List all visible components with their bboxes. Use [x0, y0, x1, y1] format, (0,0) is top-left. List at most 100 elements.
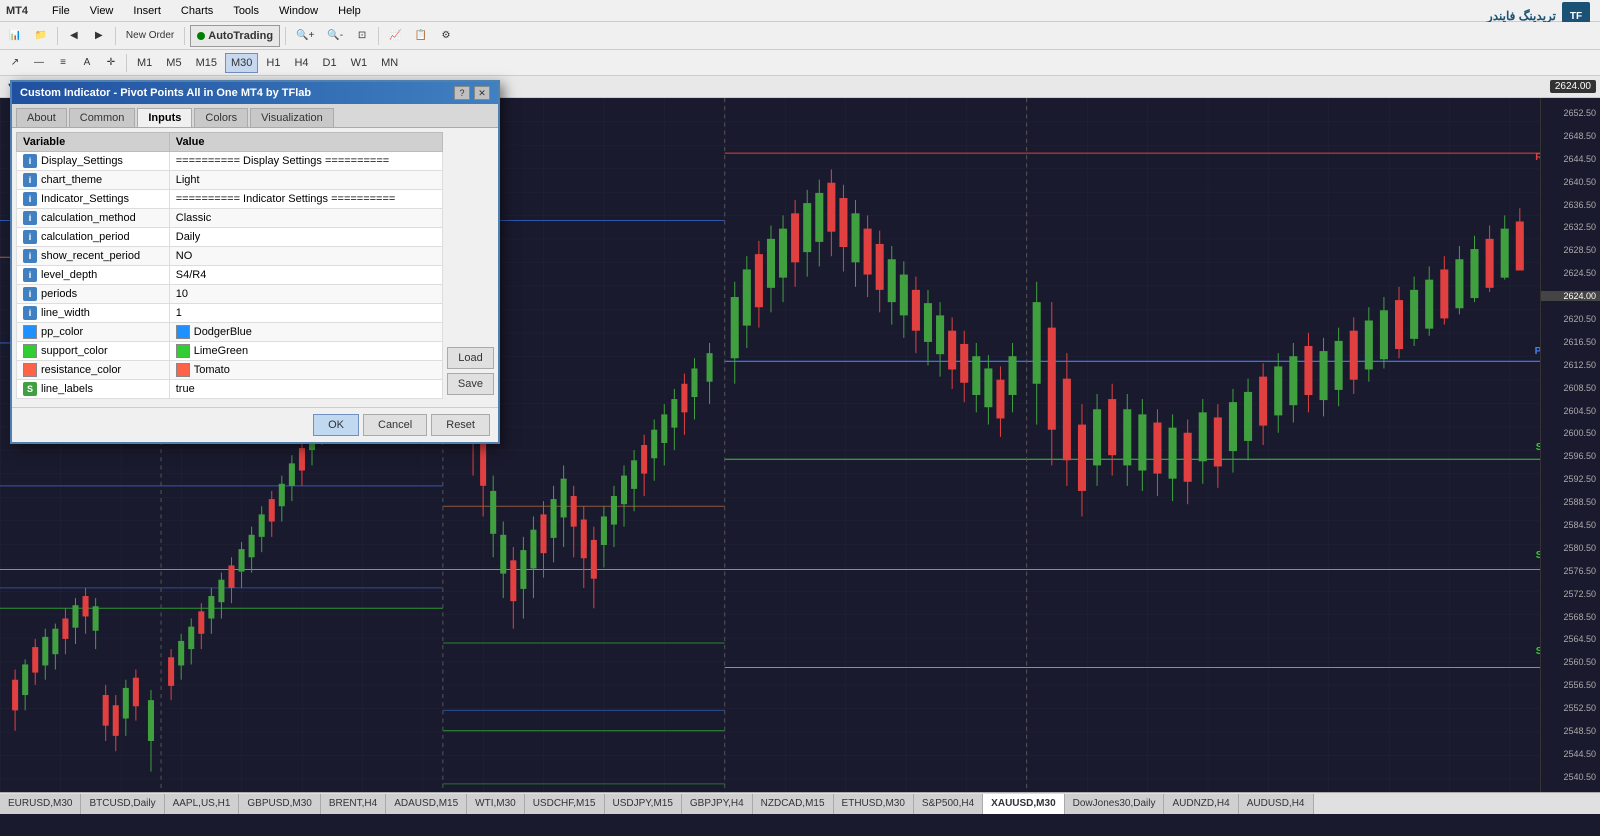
price-tick-5: 2636.50	[1541, 200, 1600, 210]
tab-eurusd[interactable]: EURUSD,M30	[0, 794, 81, 814]
tf-m30[interactable]: M30	[225, 53, 258, 73]
toolbar-back[interactable]: ◀	[63, 25, 85, 47]
tab-gbpjpy[interactable]: GBPJPY,H4	[682, 794, 753, 814]
ok-button[interactable]: OK	[313, 414, 359, 436]
table-row[interactable]: icalculation_methodClassic	[17, 209, 443, 228]
menu-window[interactable]: Window	[275, 5, 322, 17]
value-color-swatch	[176, 363, 190, 377]
menu-bar: MT4 File View Insert Charts Tools Window…	[0, 0, 1600, 22]
toolbar-fit[interactable]: ⊡	[351, 25, 373, 47]
dialog[interactable]: Custom Indicator - Pivot Points All in O…	[10, 80, 500, 444]
tab-brent[interactable]: BRENT,H4	[321, 794, 386, 814]
cancel-button[interactable]: Cancel	[363, 414, 427, 436]
param-value: LimeGreen	[169, 342, 442, 361]
dialog-content: Variable Value iDisplay_Settings========…	[12, 128, 498, 403]
tab-sp500[interactable]: S&P500,H4	[914, 794, 983, 814]
toolbar-new-chart[interactable]: 📊	[4, 25, 26, 47]
dialog-tab-about[interactable]: About	[16, 108, 67, 127]
menu-tools[interactable]: Tools	[229, 5, 263, 17]
toolbar-zoom-out[interactable]: 🔍-	[322, 25, 348, 47]
param-value: NO	[169, 247, 442, 266]
param-value: S4/R4	[169, 266, 442, 285]
tab-audnzd[interactable]: AUDNZD,H4	[1164, 794, 1238, 814]
price-tick-11: 2616.50	[1541, 337, 1600, 347]
tf-m1[interactable]: M1	[131, 53, 158, 73]
menu-file[interactable]: File	[48, 5, 74, 17]
save-button[interactable]: Save	[447, 373, 494, 395]
toolbar-autotrading[interactable]: AutoTrading	[190, 25, 280, 47]
table-row[interactable]: ishow_recent_periodNO	[17, 247, 443, 266]
price-tick-7: 2628.50	[1541, 245, 1600, 255]
toolbar-zoom-in[interactable]: 🔍+	[291, 25, 319, 47]
table-row[interactable]: Sline_labelstrue	[17, 380, 443, 399]
price-tick-19: 2584.50	[1541, 520, 1600, 530]
tf-d1[interactable]: D1	[317, 53, 343, 73]
dialog-tab-visualization[interactable]: Visualization	[250, 108, 334, 127]
dialog-close-btn[interactable]: ✕	[474, 86, 490, 100]
dialog-tab-colors[interactable]: Colors	[194, 108, 248, 127]
price-tick-22: 2572.50	[1541, 589, 1600, 599]
price-tick-6: 2632.50	[1541, 222, 1600, 232]
draw-line[interactable]: —	[28, 52, 50, 74]
tab-dowjones[interactable]: DowJones30,Daily	[1065, 794, 1165, 814]
toolbar-open[interactable]: 📁	[29, 25, 51, 47]
tab-adausd[interactable]: ADAUSD,M15	[386, 794, 467, 814]
tf-h4[interactable]: H4	[288, 53, 314, 73]
color-swatch	[23, 344, 37, 358]
dialog-action-buttons: OK Cancel Reset	[12, 407, 498, 442]
table-row[interactable]: ichart_themeLight	[17, 171, 443, 190]
reset-button[interactable]: Reset	[431, 414, 490, 436]
dialog-tab-common[interactable]: Common	[69, 108, 136, 127]
toolbar-indicator[interactable]: 📈	[384, 25, 406, 47]
toolbar-new-order[interactable]: New Order	[121, 25, 179, 47]
color-swatch	[23, 363, 37, 377]
tab-usdchf[interactable]: USDCHF,M15	[525, 794, 605, 814]
toolbar-template[interactable]: 📋	[410, 25, 432, 47]
load-button[interactable]: Load	[447, 347, 494, 369]
tf-mn[interactable]: MN	[375, 53, 404, 73]
tf-m5[interactable]: M5	[160, 53, 187, 73]
var-icon: S	[23, 382, 37, 396]
draw-text[interactable]: A	[76, 52, 98, 74]
menu-view[interactable]: View	[86, 5, 118, 17]
menu-help[interactable]: Help	[334, 5, 365, 17]
tab-wti[interactable]: WTI,M30	[467, 794, 525, 814]
table-row[interactable]: pp_colorDodgerBlue	[17, 323, 443, 342]
var-icon: i	[23, 192, 37, 206]
price-tick-16: 2596.50	[1541, 451, 1600, 461]
dialog-help-btn[interactable]: ?	[454, 86, 470, 100]
dialog-tab-inputs[interactable]: Inputs	[137, 108, 192, 127]
table-row[interactable]: resistance_colorTomato	[17, 361, 443, 380]
tab-xauusd[interactable]: XAUUSD,M30	[983, 794, 1064, 814]
tab-gbpusd[interactable]: GBPUSD,M30	[239, 794, 320, 814]
menu-insert[interactable]: Insert	[129, 5, 165, 17]
draw-hline[interactable]: ≡	[52, 52, 74, 74]
table-row[interactable]: iDisplay_Settings========== Display Sett…	[17, 152, 443, 171]
tf-w1[interactable]: W1	[345, 53, 374, 73]
table-row[interactable]: iline_width1	[17, 304, 443, 323]
var-icon: i	[23, 173, 37, 187]
menu-charts[interactable]: Charts	[177, 5, 217, 17]
table-row[interactable]: icalculation_periodDaily	[17, 228, 443, 247]
draw-crosshair[interactable]: ✛	[100, 52, 122, 74]
tab-btcusd[interactable]: BTCUSD,Daily	[81, 794, 164, 814]
table-row[interactable]: iIndicator_Settings========== Indicator …	[17, 190, 443, 209]
draw-arrow[interactable]: ↗	[4, 52, 26, 74]
tf-m15[interactable]: M15	[190, 53, 223, 73]
dialog-title-bar: Custom Indicator - Pivot Points All in O…	[12, 82, 498, 104]
table-row[interactable]: iperiods10	[17, 285, 443, 304]
tab-aapl[interactable]: AAPL,US,H1	[165, 794, 240, 814]
bottom-tabs: EURUSD,M30 BTCUSD,Daily AAPL,US,H1 GBPUS…	[0, 792, 1600, 814]
tab-nzdcad[interactable]: NZDCAD,M15	[753, 794, 834, 814]
price-tick-25: 2560.50	[1541, 657, 1600, 667]
table-row[interactable]: support_colorLimeGreen	[17, 342, 443, 361]
tf-h1[interactable]: H1	[260, 53, 286, 73]
table-row[interactable]: ilevel_depthS4/R4	[17, 266, 443, 285]
tab-ethusd[interactable]: ETHUSD,M30	[834, 794, 914, 814]
var-icon: i	[23, 249, 37, 263]
toolbar-settings[interactable]: ⚙	[435, 25, 457, 47]
tab-usdjpy[interactable]: USDJPY,M15	[605, 794, 682, 814]
value-color-swatch	[176, 344, 190, 358]
toolbar-forward[interactable]: ▶	[88, 25, 110, 47]
tab-audusd[interactable]: AUDUSD,H4	[1239, 794, 1314, 814]
